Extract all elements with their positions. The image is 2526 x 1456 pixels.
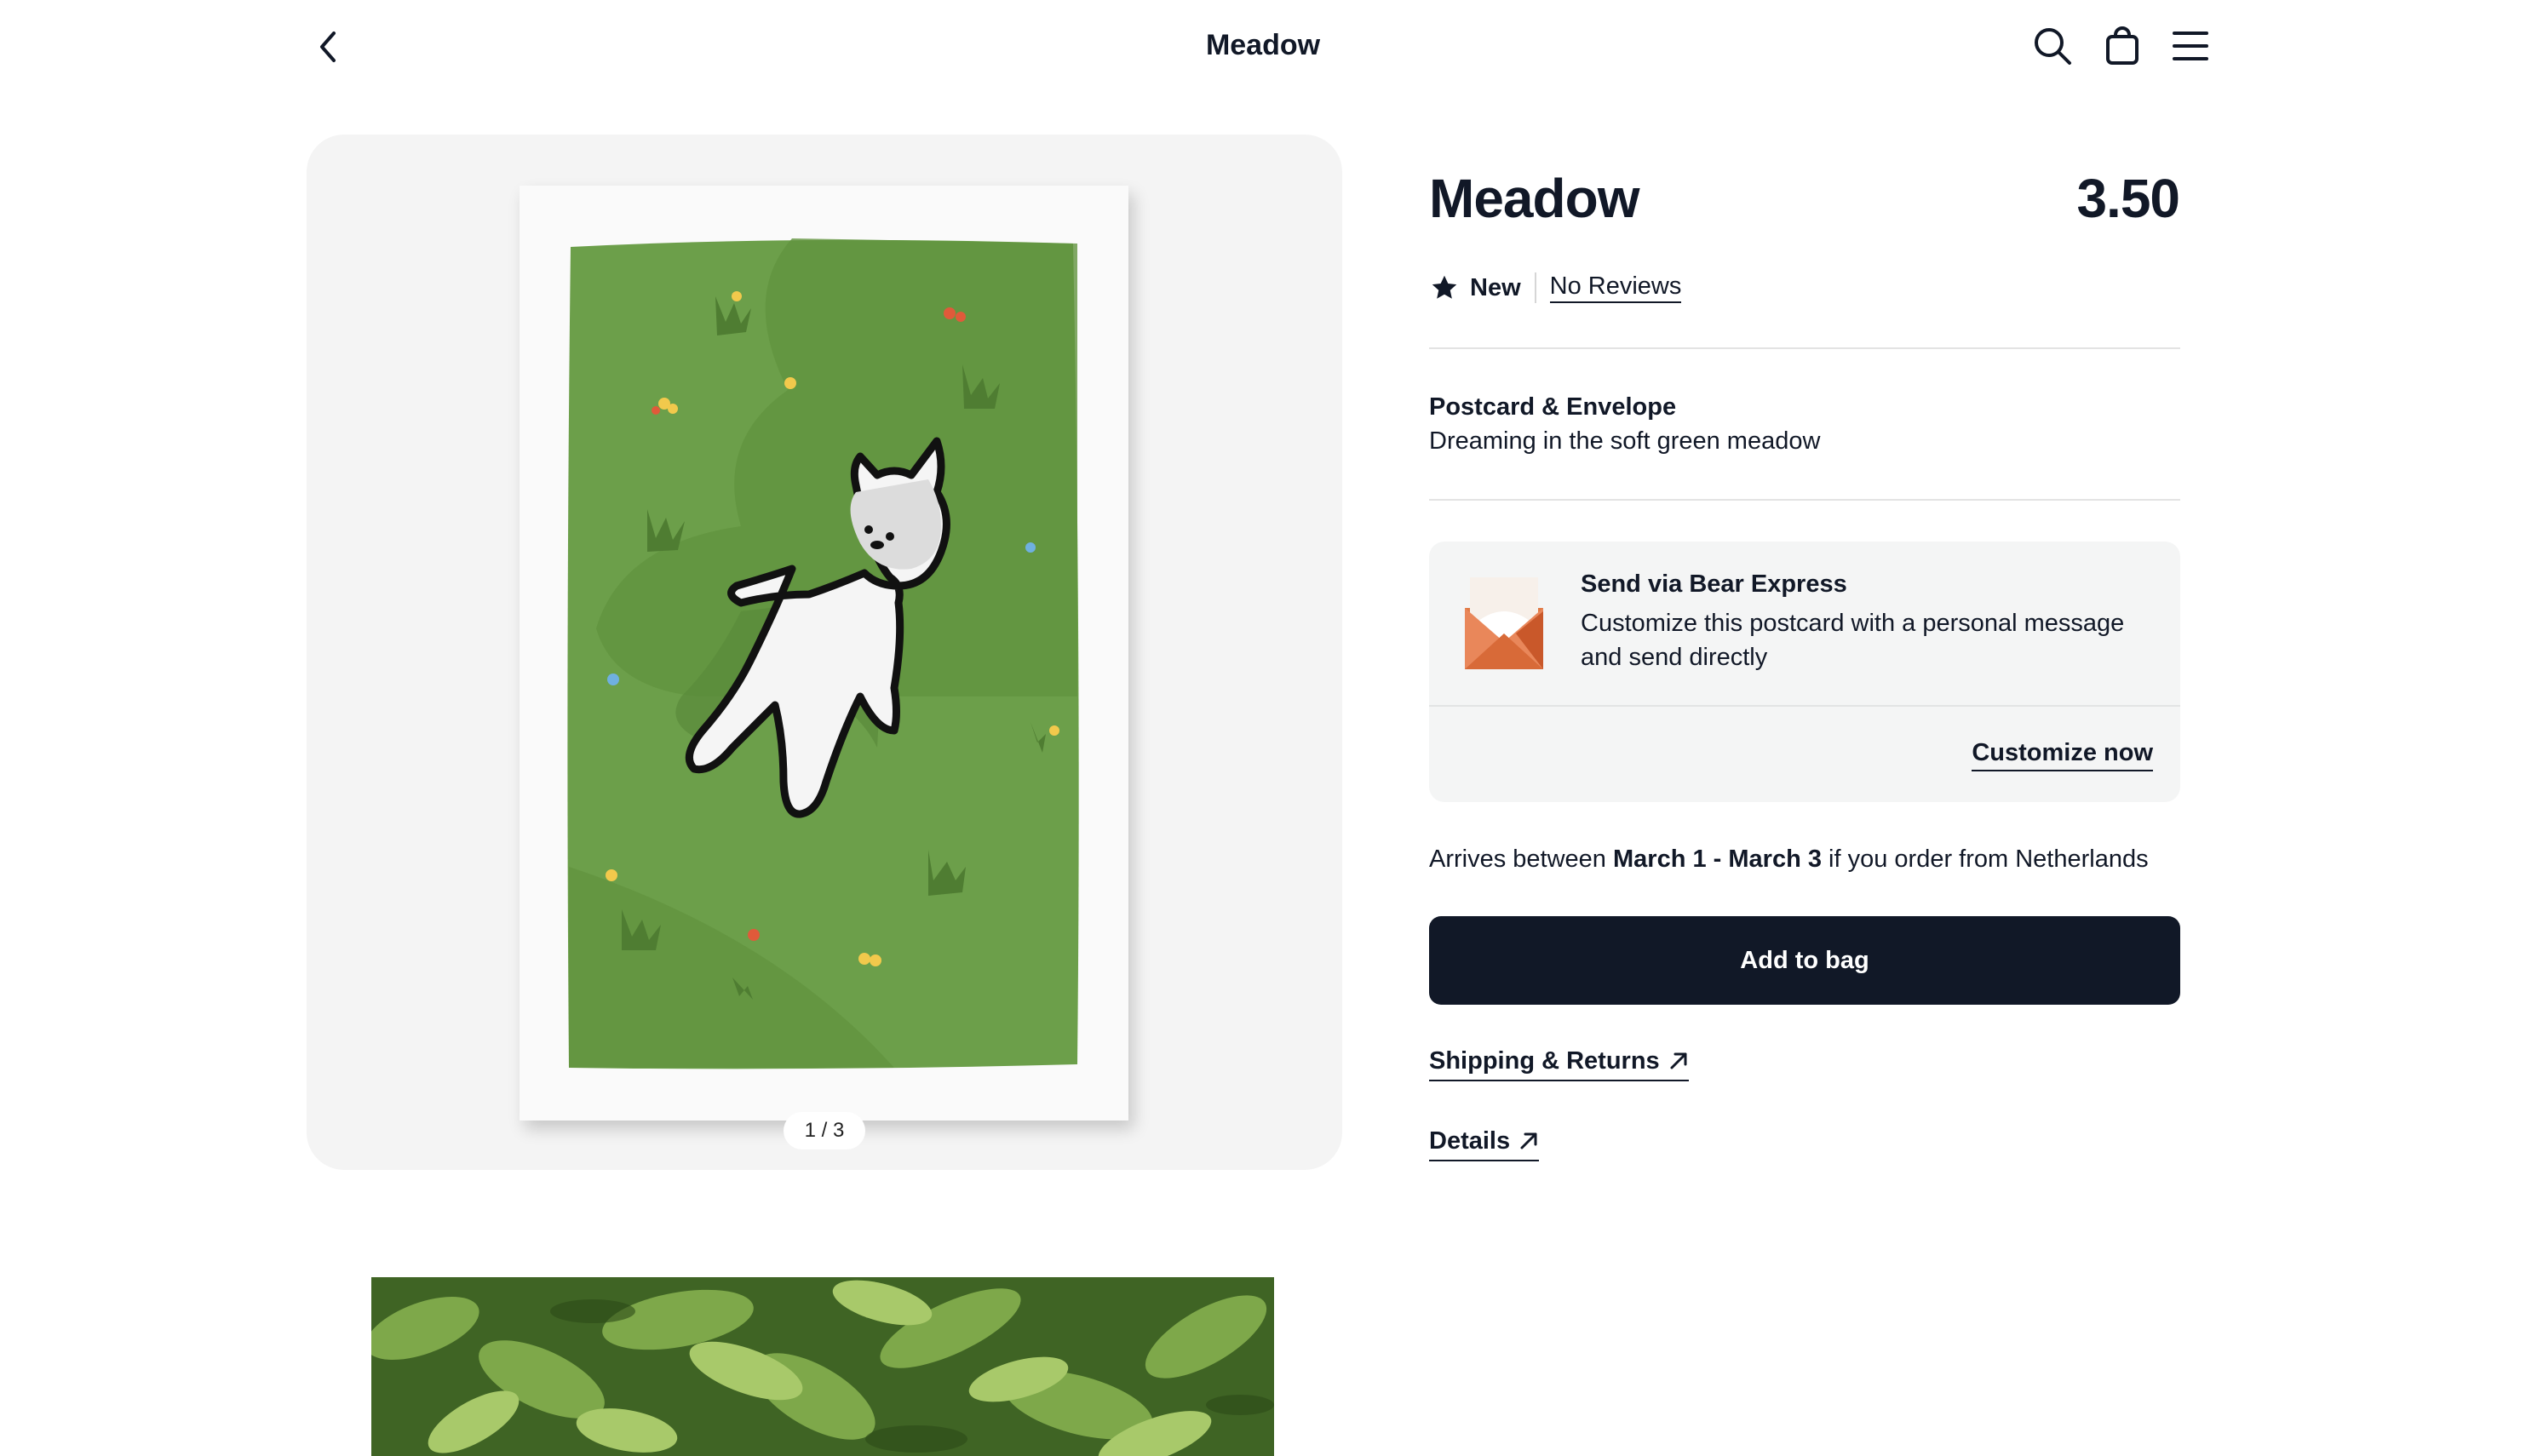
product-title: Meadow: [1429, 168, 1639, 229]
delivery-range: March 1 - March 3: [1613, 846, 1822, 873]
details-link[interactable]: Details: [1429, 1124, 1540, 1161]
plant-photo: [371, 1277, 1274, 1456]
menu-icon: [2173, 32, 2208, 60]
arrow-up-right-icon: [1520, 1132, 1537, 1149]
bear-express-description: Customize this postcard with a personal …: [1581, 610, 2125, 671]
divider: [1534, 272, 1536, 303]
image-counter: 1 / 3: [784, 1112, 865, 1149]
star-icon: [1432, 275, 1457, 299]
delivery-estimate: Arrives between March 1 - March 3 if you…: [1429, 841, 2149, 877]
postcard-image: [520, 186, 1128, 1121]
variant-description: Dreaming in the soft green meadow: [1429, 427, 1821, 455]
meadow-illustration: [567, 238, 1079, 1069]
delivery-prefix: Arrives between: [1429, 846, 1606, 873]
customize-now-link[interactable]: Customize now: [1972, 736, 2153, 771]
new-badge: New: [1470, 273, 1521, 301]
add-to-bag-label: Add to bag: [1740, 946, 1869, 974]
variant-name: Postcard & Envelope: [1429, 393, 1677, 421]
menu-button[interactable]: [2165, 20, 2216, 72]
bear-express-card: Send via Bear Express Customize this pos…: [1429, 542, 2180, 802]
envelope-icon: [1465, 577, 1543, 669]
arrow-up-right-icon: [1670, 1052, 1687, 1069]
product-price: 3.50: [2076, 168, 2180, 229]
shipping-returns-label: Shipping & Returns: [1429, 1047, 1660, 1075]
bag-button[interactable]: [2097, 20, 2148, 72]
add-to-bag-button[interactable]: Add to bag: [1429, 916, 2180, 1005]
bear-express-title: Send via Bear Express: [1581, 570, 1847, 598]
shopping-bag-icon: [2106, 26, 2138, 65]
rating-row: New No Reviews: [1429, 269, 1682, 307]
search-button[interactable]: [2027, 20, 2078, 72]
divider: [1429, 347, 2180, 349]
divider: [1429, 705, 2180, 707]
product-photo-plant: [371, 1277, 1274, 1456]
back-button[interactable]: [307, 26, 349, 68]
shipping-returns-link[interactable]: Shipping & Returns: [1429, 1044, 1689, 1081]
details-label: Details: [1429, 1127, 1511, 1155]
divider: [1429, 499, 2180, 501]
delivery-suffix: if you order from Netherlands: [1828, 846, 2149, 873]
chevron-left-icon: [320, 32, 336, 62]
product-gallery[interactable]: 1 / 3: [307, 135, 1342, 1170]
reviews-link[interactable]: No Reviews: [1549, 272, 1682, 303]
search-icon: [2035, 28, 2071, 65]
header-title: Meadow: [1205, 29, 1321, 61]
